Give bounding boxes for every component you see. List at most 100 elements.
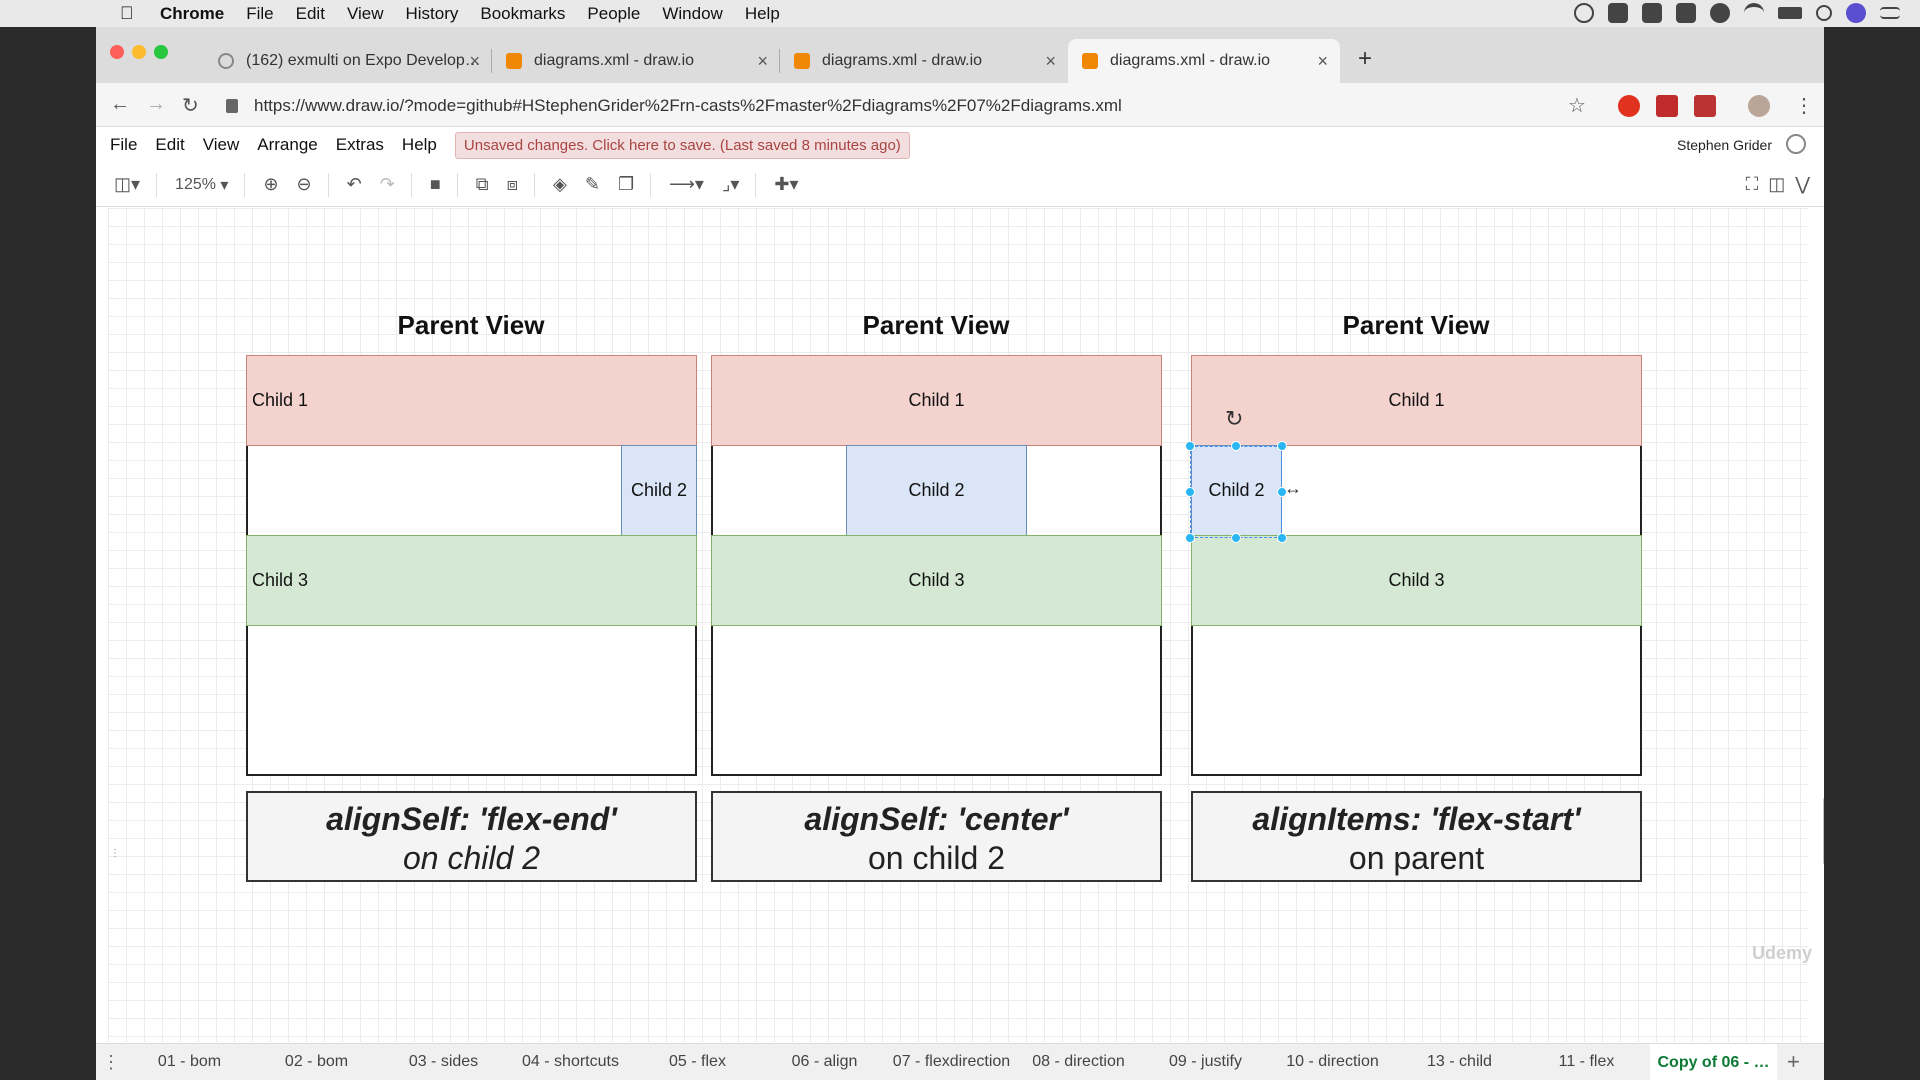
page-tab[interactable]: 11 - flex <box>1523 1053 1650 1071</box>
search-icon[interactable] <box>1816 5 1832 21</box>
drawio-menu-edit[interactable]: Edit <box>155 135 184 155</box>
battery-icon[interactable] <box>1778 7 1802 19</box>
resize-handle-se[interactable] <box>1277 533 1287 543</box>
panel3-title[interactable]: Parent View <box>1191 310 1641 341</box>
close-tab-icon[interactable]: × <box>1317 51 1328 72</box>
close-tab-icon[interactable]: × <box>757 51 768 72</box>
panel3-note[interactable]: alignItems: 'flex-start' on parent <box>1191 791 1642 882</box>
panel1-child3[interactable]: Child 3 <box>246 535 697 626</box>
panel1-child1[interactable]: Child 1 <box>246 355 697 446</box>
panel2-child2[interactable]: Child 2 <box>846 445 1027 536</box>
sidebar-grip-icon[interactable]: ⋮ <box>110 848 120 859</box>
new-tab-button[interactable]: + <box>1358 45 1372 73</box>
menu-file[interactable]: File <box>246 4 273 24</box>
chrome-menu-icon[interactable]: ⋮ <box>1794 93 1814 118</box>
fill-color-icon[interactable]: ◈ <box>553 173 567 197</box>
to-back-icon[interactable]: ⧈ <box>507 173 518 197</box>
panel2-title[interactable]: Parent View <box>711 310 1161 341</box>
pen-icon[interactable] <box>1676 3 1696 23</box>
resize-handle-w[interactable] <box>1185 487 1195 497</box>
ublock-icon[interactable] <box>1618 95 1640 117</box>
pages-menu-icon[interactable]: ⋮ <box>96 1052 126 1073</box>
resize-handle-s[interactable] <box>1231 533 1241 543</box>
panel1-title[interactable]: Parent View <box>246 310 696 341</box>
collapse-icon[interactable]: ⋁ <box>1795 173 1810 197</box>
diagram-canvas[interactable]: ⋮ Parent View Child 1 Child 2 Child 3 al… <box>108 208 1824 1042</box>
back-icon[interactable]: ← <box>110 93 130 116</box>
resize-handle-ne[interactable] <box>1277 441 1287 451</box>
resize-handle-n[interactable] <box>1231 441 1241 451</box>
page-tab[interactable]: 06 - align <box>761 1053 888 1071</box>
panel3-child3[interactable]: Child 3 <box>1191 535 1642 626</box>
tab-drawio-1[interactable]: diagrams.xml - draw.io × <box>492 39 780 83</box>
panel1-parent-view[interactable]: Child 1 Child 2 Child 3 <box>246 355 697 776</box>
panel1-child2[interactable]: Child 2 <box>621 445 697 536</box>
resize-handle-nw[interactable] <box>1185 441 1195 451</box>
drawio-menu-arrange[interactable]: Arrange <box>257 135 317 155</box>
evernote-icon[interactable] <box>1608 3 1628 23</box>
tab-drawio-2[interactable]: diagrams.xml - draw.io × <box>780 39 1068 83</box>
page-tab[interactable]: 01 - bom <box>126 1053 253 1071</box>
reload-icon[interactable]: ↻ <box>182 93 199 118</box>
tab-drawio-active[interactable]: diagrams.xml - draw.io × <box>1068 39 1340 83</box>
shadow-icon[interactable]: ❐ <box>618 173 634 197</box>
format-panel-icon[interactable]: ◫▾ <box>114 173 140 197</box>
menu-edit[interactable]: Edit <box>296 4 325 24</box>
vertical-scrollbar[interactable] <box>1823 796 1824 866</box>
user-menu[interactable]: Stephen Grider <box>1677 137 1772 153</box>
page-tab[interactable]: 10 - direction <box>1269 1053 1396 1071</box>
panel3-child1[interactable]: Child 1 <box>1191 355 1642 446</box>
forward-icon[interactable]: → <box>146 93 166 116</box>
page-tab[interactable]: 03 - sides <box>380 1053 507 1071</box>
waypoints-icon[interactable]: ⌟▾ <box>722 173 739 197</box>
delete-icon[interactable]: ■ <box>430 173 441 197</box>
profile-avatar[interactable] <box>1748 95 1770 117</box>
lastpass-icon[interactable] <box>1656 95 1678 117</box>
minimize-window-button[interactable] <box>132 45 146 59</box>
panel2-child3[interactable]: Child 3 <box>711 535 1162 626</box>
menu-app-chrome[interactable]: Chrome <box>160 4 224 24</box>
line-color-icon[interactable]: ✎ <box>585 173 600 197</box>
page-tab[interactable]: 02 - bom <box>253 1053 380 1071</box>
rotate-handle-icon[interactable]: ↻ <box>1225 406 1243 432</box>
tab-expo[interactable]: (162) exmulti on Expo Develop… × <box>204 39 492 83</box>
page-tab[interactable]: 07 - flexdirection <box>888 1053 1015 1071</box>
star-icon[interactable]: ☆ <box>1568 93 1586 118</box>
page-tab-active[interactable]: Copy of 06 - … <box>1650 1043 1777 1080</box>
maximize-window-button[interactable] <box>154 45 168 59</box>
close-tab-icon[interactable]: × <box>1045 51 1056 72</box>
close-tab-icon[interactable]: × <box>469 51 480 72</box>
fullscreen-icon[interactable]: ⛶ <box>1746 173 1759 197</box>
zoom-select[interactable]: 125% ▾ <box>175 173 228 197</box>
page-tab[interactable]: 05 - flex <box>634 1053 761 1071</box>
apple-icon[interactable]:  <box>120 3 140 24</box>
glasses-icon[interactable] <box>1574 3 1594 23</box>
panel2-parent-view[interactable]: Child 1 Child 2 Child 3 <box>711 355 1162 776</box>
resize-handle-sw[interactable] <box>1185 533 1195 543</box>
redo-icon[interactable]: ↷ <box>380 173 395 197</box>
cloud-icon[interactable] <box>1642 3 1662 23</box>
drawio-menu-extras[interactable]: Extras <box>336 135 384 155</box>
app-badge-icon[interactable] <box>1710 3 1730 23</box>
toggle-panel-icon[interactable]: ◫ <box>1768 173 1785 197</box>
menu-people[interactable]: People <box>587 4 640 24</box>
panel1-note[interactable]: alignSelf: 'flex-end' on child 2 <box>246 791 697 882</box>
zoom-out-icon[interactable]: ⊖ <box>297 173 312 197</box>
undo-icon[interactable]: ↶ <box>347 173 362 197</box>
insert-icon[interactable]: ✚▾ <box>774 173 798 197</box>
panel3-parent-view[interactable]: Child 1 Child 2 Child 3 <box>1191 355 1642 776</box>
wifi-icon[interactable] <box>1744 3 1764 23</box>
menu-bookmarks[interactable]: Bookmarks <box>480 4 565 24</box>
to-front-icon[interactable]: ⧉ <box>476 173 489 197</box>
unsaved-changes-button[interactable]: Unsaved changes. Click here to save. (La… <box>454 131 910 159</box>
add-page-icon[interactable]: + <box>1787 1049 1800 1075</box>
drawio-menu-help[interactable]: Help <box>402 135 437 155</box>
drawio-menu-file[interactable]: File <box>110 135 137 155</box>
siri-icon[interactable] <box>1846 3 1866 23</box>
page-tab[interactable]: 09 - justify <box>1142 1053 1269 1071</box>
globe-icon[interactable] <box>1786 134 1806 154</box>
panel2-note[interactable]: alignSelf: 'center' on child 2 <box>711 791 1162 882</box>
extension-badge-icon[interactable] <box>1694 95 1716 117</box>
close-window-button[interactable] <box>110 45 124 59</box>
page-tab[interactable]: 04 - shortcuts <box>507 1053 634 1071</box>
